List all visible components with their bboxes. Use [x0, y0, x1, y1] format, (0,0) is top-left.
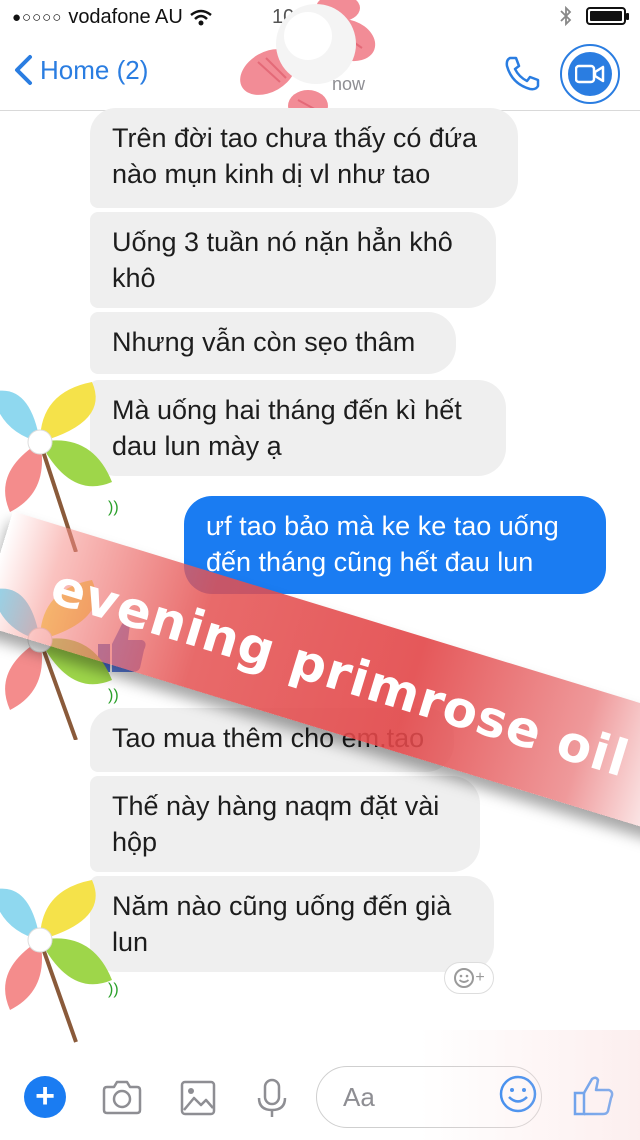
message-bubble: Nhưng vẫn còn sẹo thâm	[90, 312, 456, 374]
message-bubble: Mà uống hai tháng đến kì hết dau lun mày…	[90, 380, 506, 476]
message-bubble: Uống 3 tuần nó nặn hẳn khô khô	[90, 212, 496, 308]
svg-text:)): ))	[108, 499, 119, 516]
smile-icon	[454, 968, 475, 988]
back-label: Home (2)	[40, 54, 149, 85]
video-icon	[568, 52, 612, 96]
signal-strength: ●○○○○	[12, 9, 63, 26]
camera-icon[interactable]	[100, 1076, 144, 1120]
carrier-info: ●○○○○ vodafone AU	[12, 6, 213, 29]
status-right	[560, 6, 629, 26]
sent-message-bubble: ưf tao bảo mà ke ke tao uống đến tháng c…	[184, 496, 606, 594]
message-bubble: Năm nào cũng uống đến già lun	[90, 876, 494, 972]
avatar-pinwheel-icon: ))	[0, 880, 119, 1043]
back-button[interactable]: Home (2)	[12, 54, 148, 86]
carrier-name: vodafone AU	[68, 6, 183, 28]
message-bubble: Thế này hàng naqm đặt vài hộp	[90, 776, 480, 872]
smile-icon[interactable]	[498, 1074, 538, 1114]
video-call-button[interactable]	[560, 44, 620, 104]
svg-text:)): ))	[108, 687, 119, 704]
bluetooth-icon	[560, 6, 572, 26]
microphone-icon[interactable]	[250, 1076, 294, 1120]
image-icon[interactable]	[176, 1076, 220, 1120]
message-bubble: Trên đời tao chưa thấy có đứa nào mụn ki…	[90, 108, 518, 208]
plus-icon: +	[475, 969, 485, 986]
wifi-icon	[190, 9, 212, 25]
chevron-left-icon	[15, 55, 32, 85]
thumbs-up-icon[interactable]	[572, 1074, 616, 1118]
battery-icon	[586, 7, 629, 25]
svg-text:)): ))	[108, 981, 119, 998]
add-reaction-button[interactable]: +	[444, 962, 494, 994]
plus-icon[interactable]: +	[24, 1076, 66, 1118]
phone-icon[interactable]	[500, 52, 544, 96]
name-cover-sticker	[240, 0, 376, 122]
composer-toolbar: + Aa	[0, 1054, 640, 1140]
